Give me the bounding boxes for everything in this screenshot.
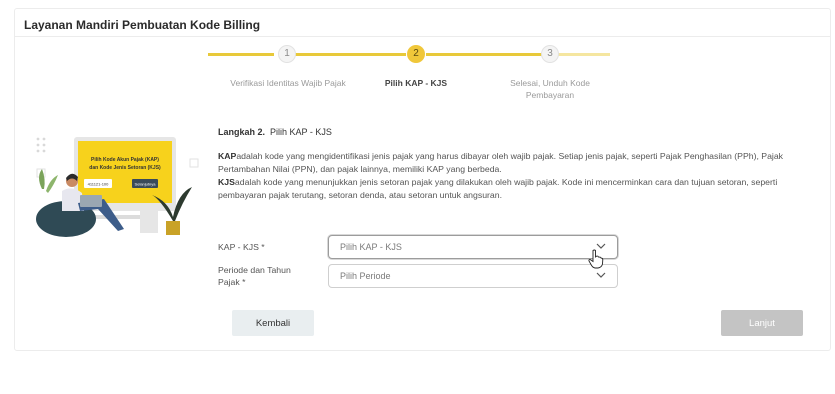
card-header: Layanan Mandiri Pembuatan Kode Billing: [15, 9, 830, 37]
illustration-screen-line1: Pilih Kode Akun Pajak (KAP): [91, 157, 159, 163]
step-3-circle: 3: [541, 45, 559, 63]
stepper: 1 2 3 Verifikasi Identitas Wajib Pajak P…: [208, 45, 610, 105]
kap-kjs-label: KAP - KJS *: [218, 242, 265, 252]
step-content: Langkah 2. Pilih KAP - KJS KAPadalah kod…: [218, 127, 802, 202]
step-1-circle: 1: [278, 45, 296, 63]
step-prefix: Langkah 2.: [218, 127, 266, 137]
step-title: Pilih KAP - KJS: [270, 127, 332, 137]
page-title: Layanan Mandiri Pembuatan Kode Billing: [24, 18, 261, 32]
chevron-down-icon: [596, 272, 606, 278]
periode-label: Periode dan Tahun Pajak *: [218, 265, 291, 287]
next-button[interactable]: Lanjut: [721, 310, 803, 336]
kap-kjs-select-value: Pilih KAP - KJS: [340, 242, 402, 252]
stepper-line: [208, 53, 274, 56]
step-3-label: Selesai, Unduh Kode Pembayaran: [510, 78, 590, 100]
periode-select-value: Pilih Periode: [340, 271, 391, 281]
kap-term: KAP: [218, 151, 237, 161]
stepper-line: [294, 53, 406, 56]
illustration-chip-right: Selanjutnya: [135, 182, 157, 187]
periode-select[interactable]: Pilih Periode: [328, 264, 618, 288]
kjs-description: KJSadalah kode yang menunjukkan jenis se…: [218, 176, 802, 202]
kjs-term: KJS: [218, 177, 235, 187]
kap-description: KAPadalah kode yang mengidentifikasi jen…: [218, 150, 802, 176]
step-heading: Langkah 2. Pilih KAP - KJS: [218, 127, 802, 137]
illustration-chip-left: 411121-100: [88, 182, 110, 187]
step-1-label: Verifikasi Identitas Wajib Pajak: [230, 78, 346, 88]
stepper-line: [426, 53, 548, 56]
illustration-screen-line2: dan Kode Jenis Setoran (KJS): [89, 165, 161, 171]
kap-desc-text: adalah kode yang mengidentifikasi jenis …: [218, 151, 784, 174]
back-button[interactable]: Kembali: [232, 310, 314, 336]
kap-kjs-illustration: Pilih Kode Akun Pajak (KAP) dan Kode Jen…: [32, 129, 200, 237]
step-2-circle: 2: [407, 45, 425, 63]
kjs-desc-text: adalah kode yang menunjukkan jenis setor…: [218, 177, 778, 200]
kap-kjs-select[interactable]: Pilih KAP - KJS: [328, 235, 618, 259]
hand-pointer-icon: [588, 249, 604, 269]
step-2-label: Pilih KAP - KJS: [384, 78, 448, 88]
